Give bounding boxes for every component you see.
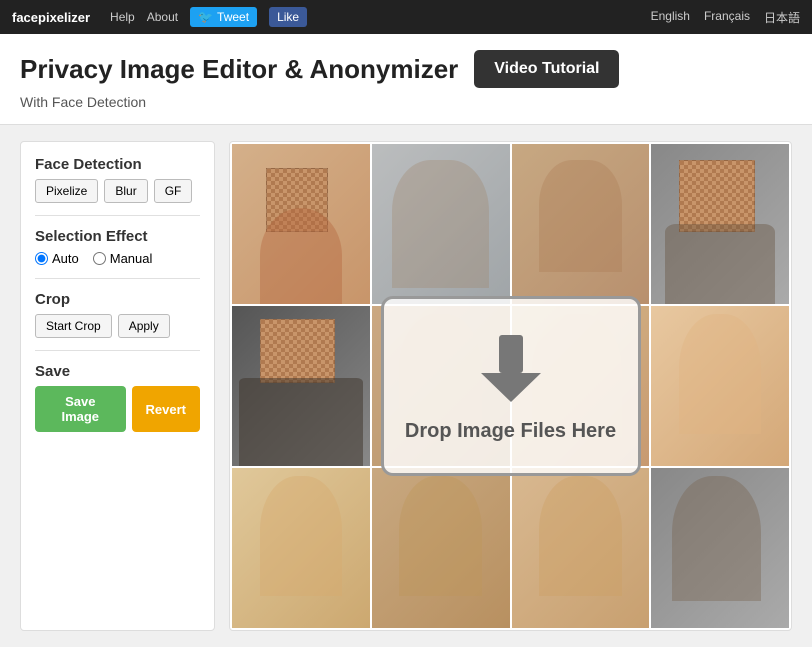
save-image-button[interactable]: Save Image: [35, 386, 126, 432]
auto-radio[interactable]: [35, 252, 48, 265]
header: Privacy Image Editor & Anonymizer Video …: [0, 34, 812, 125]
photo-cell-11: [512, 468, 650, 628]
selection-radio-group: Auto Manual: [35, 251, 200, 266]
divider-3: [35, 350, 200, 351]
divider-2: [35, 278, 200, 279]
photo-cell-10: [372, 468, 510, 628]
face-detection-section: Face Detection Pixelize Blur GF: [35, 156, 200, 203]
pixelated-face-4: [679, 160, 755, 232]
page-title-area: Privacy Image Editor & Anonymizer Video …: [20, 50, 792, 88]
like-button[interactable]: Like: [269, 7, 307, 27]
crop-buttons: Start Crop Apply: [35, 314, 200, 338]
revert-button[interactable]: Revert: [132, 386, 200, 432]
manual-radio-label[interactable]: Manual: [93, 251, 153, 266]
apply-button[interactable]: Apply: [118, 314, 170, 338]
photo-cell-5: [232, 306, 370, 466]
crop-section: Crop Start Crop Apply: [35, 291, 200, 338]
language-switcher: English Français 日本語: [651, 9, 800, 26]
photo-cell-9: [232, 468, 370, 628]
save-buttons: Save Image Revert: [35, 386, 200, 432]
selection-effect-title: Selection Effect: [35, 228, 200, 245]
photo-cell-2: [372, 144, 510, 304]
help-link[interactable]: Help: [110, 10, 135, 24]
photo-cell-8: [651, 306, 789, 466]
start-crop-button[interactable]: Start Crop: [35, 314, 112, 338]
drop-arrow-icon: [471, 330, 551, 410]
header-subtitle: With Face Detection: [20, 94, 792, 110]
about-link[interactable]: About: [147, 10, 178, 24]
lang-japanese[interactable]: 日本語: [764, 9, 800, 26]
video-tutorial-button[interactable]: Video Tutorial: [474, 50, 619, 88]
drop-text: Drop Image Files Here: [405, 420, 616, 443]
manual-radio[interactable]: [93, 252, 106, 265]
twitter-icon: 🐦: [198, 10, 213, 24]
save-title: Save: [35, 363, 200, 380]
auto-radio-label[interactable]: Auto: [35, 251, 79, 266]
photo-cell-1: [232, 144, 370, 304]
blur-button[interactable]: Blur: [104, 179, 147, 203]
lang-english[interactable]: English: [651, 9, 690, 26]
tweet-button[interactable]: 🐦 Tweet: [190, 7, 257, 27]
face-detection-buttons: Pixelize Blur GF: [35, 179, 200, 203]
selection-effect-section: Selection Effect Auto Manual: [35, 228, 200, 266]
crop-title: Crop: [35, 291, 200, 308]
page-title: Privacy Image Editor & Anonymizer: [20, 54, 458, 85]
main-layout: Face Detection Pixelize Blur GF Selectio…: [0, 125, 812, 647]
photo-cell-12: [651, 468, 789, 628]
gf-button[interactable]: GF: [154, 179, 193, 203]
topnav: facepixelizer Help About 🐦 Tweet Like En…: [0, 0, 812, 34]
drop-zone-wrapper[interactable]: Drop Image Files Here: [229, 141, 792, 631]
divider-1: [35, 215, 200, 216]
save-section: Save Save Image Revert: [35, 363, 200, 432]
drop-overlay[interactable]: Drop Image Files Here: [381, 296, 641, 476]
pixelated-face-5: [260, 319, 336, 383]
lang-french[interactable]: Français: [704, 9, 750, 26]
pixelize-button[interactable]: Pixelize: [35, 179, 98, 203]
brand-logo: facepixelizer: [12, 10, 90, 25]
photo-cell-4: [651, 144, 789, 304]
left-panel: Face Detection Pixelize Blur GF Selectio…: [20, 141, 215, 631]
face-detection-title: Face Detection: [35, 156, 200, 173]
photo-cell-3: [512, 144, 650, 304]
